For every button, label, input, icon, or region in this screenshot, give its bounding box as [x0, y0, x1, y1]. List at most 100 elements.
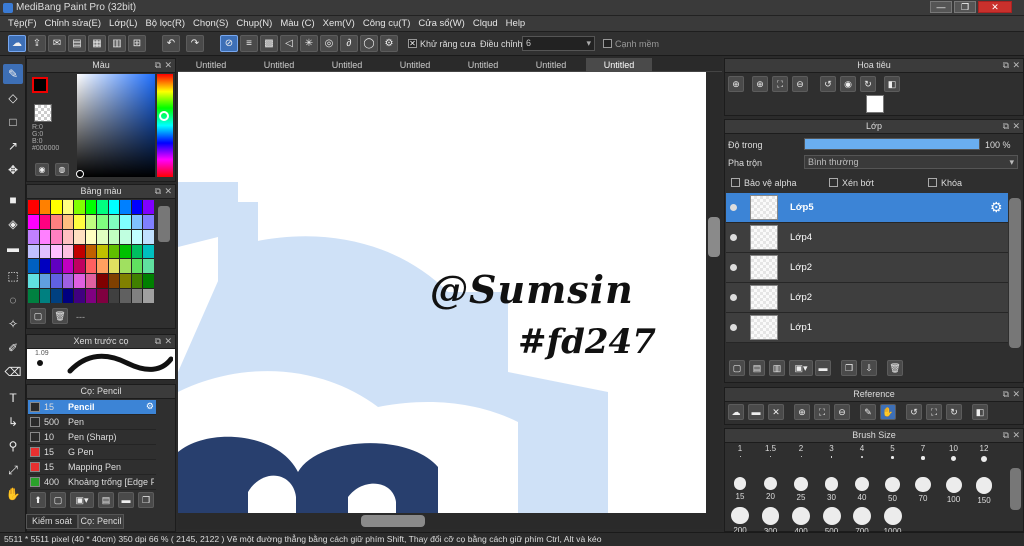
- palette-swatch[interactable]: [120, 200, 131, 214]
- zoom-in2-icon[interactable]: ⊕: [752, 76, 768, 92]
- brush-item[interactable]: 15 G Pen: [28, 445, 156, 460]
- brush-tool-icon[interactable]: ✎: [3, 64, 23, 84]
- menu-view[interactable]: Xem(V): [319, 16, 359, 31]
- snap-off-icon[interactable]: ⊘: [220, 35, 238, 52]
- grid-page-icon[interactable]: ▥: [108, 35, 126, 52]
- brush-item[interactable]: 10 Pen (Sharp): [28, 430, 156, 445]
- palette-swatch[interactable]: [108, 214, 120, 229]
- rotate-left-icon[interactable]: ↺: [820, 76, 836, 92]
- duplicate-icon[interactable]: ❐: [138, 492, 154, 508]
- tab-document[interactable]: Untitled: [246, 58, 312, 72]
- menu-tools[interactable]: Công cụ(T): [359, 16, 415, 31]
- reference-flip-icon[interactable]: ◧: [972, 404, 988, 420]
- adjust-select[interactable]: 6 ▾: [522, 36, 595, 51]
- palette-swatch[interactable]: [28, 289, 39, 303]
- radial-snap-icon[interactable]: ✳: [300, 35, 318, 52]
- zoom-out-icon[interactable]: ⊖: [792, 76, 808, 92]
- palette-swatch[interactable]: [39, 244, 51, 259]
- reference-rotate-left-icon[interactable]: ↺: [906, 404, 922, 420]
- palette-swatch[interactable]: [108, 229, 120, 244]
- palette-swatch[interactable]: [28, 274, 39, 289]
- brush-size-option[interactable]: 700: [847, 504, 877, 532]
- palette-swatch[interactable]: [108, 289, 120, 303]
- layer-row[interactable]: Lớp4: [726, 223, 1008, 253]
- brush-item[interactable]: 15 Mapping Pen: [28, 460, 156, 475]
- palette-swatch[interactable]: [143, 274, 154, 289]
- tab-brush-control[interactable]: Kiểm soát cọ: [26, 514, 78, 539]
- palette-swatch[interactable]: [131, 259, 143, 274]
- upload-icon[interactable]: ⇪: [28, 35, 46, 52]
- new-brush-icon[interactable]: ▢: [50, 492, 66, 508]
- palette-swatch[interactable]: [143, 200, 154, 214]
- tab-document-active[interactable]: Untitled: [586, 58, 652, 72]
- menu-file[interactable]: Tệp(F): [4, 16, 41, 31]
- palette-swatch[interactable]: [85, 289, 97, 303]
- reference-upload-icon[interactable]: ☁: [728, 404, 744, 420]
- layer-folder-icon[interactable]: ▬: [815, 360, 831, 376]
- layer-row[interactable]: Lớp2: [726, 253, 1008, 283]
- rotate-right-icon[interactable]: ↻: [860, 76, 876, 92]
- palette-swatch[interactable]: [39, 229, 51, 244]
- palette-swatch[interactable]: [97, 200, 108, 214]
- close-button[interactable]: ✕: [978, 1, 1012, 13]
- vertical-scrollbar[interactable]: [706, 72, 722, 513]
- circle-snap-icon[interactable]: ◎: [320, 35, 338, 52]
- close-icon[interactable]: ✕: [1012, 59, 1020, 72]
- add-brush-icon[interactable]: ⬆: [30, 492, 46, 508]
- dropper-icon[interactable]: ⤢: [3, 460, 23, 480]
- antialias-checkbox[interactable]: ✕: [408, 39, 417, 48]
- hue-handle[interactable]: [159, 111, 169, 121]
- operation-tool-icon[interactable]: ↳: [3, 412, 23, 432]
- zoom-in-icon[interactable]: ⊕: [728, 76, 744, 92]
- tab-document[interactable]: Untitled: [314, 58, 380, 72]
- palette-swatch[interactable]: [74, 200, 85, 214]
- close-icon[interactable]: ✕: [1012, 429, 1020, 442]
- delete-palette-icon[interactable]: 🗑: [52, 308, 68, 324]
- visibility-icon[interactable]: [730, 294, 737, 301]
- palette-swatch[interactable]: [108, 200, 120, 214]
- palette-swatch[interactable]: [39, 259, 51, 274]
- brush-menu-icon[interactable]: ▣▾: [70, 492, 94, 508]
- reference-fit2-icon[interactable]: ⛶: [926, 404, 942, 420]
- palette-swatch[interactable]: [62, 214, 74, 229]
- visibility-icon[interactable]: [730, 234, 737, 241]
- palette-swatch[interactable]: [28, 259, 39, 274]
- palette-swatch[interactable]: [120, 259, 131, 274]
- menu-cloud[interactable]: Clqud: [469, 16, 502, 31]
- color-wheel-icon[interactable]: ◍: [55, 163, 69, 176]
- navigator-thumbnail[interactable]: [866, 95, 884, 113]
- palette-swatch[interactable]: [97, 274, 108, 289]
- palette-swatch[interactable]: [97, 214, 108, 229]
- primary-color-swatch[interactable]: [32, 77, 48, 93]
- brush-size-scrollbar[interactable]: [1010, 468, 1021, 510]
- palette-swatch[interactable]: [120, 214, 131, 229]
- palette-swatch[interactable]: [39, 289, 51, 303]
- palette-swatch[interactable]: [28, 214, 39, 229]
- palette-swatch[interactable]: [143, 259, 154, 274]
- fill-rect-icon[interactable]: ■: [3, 190, 23, 210]
- reference-hand-icon[interactable]: ✋: [880, 404, 896, 420]
- cloud-icon[interactable]: ☁: [8, 35, 26, 52]
- palette-swatch[interactable]: [131, 229, 143, 244]
- palette-swatch[interactable]: [131, 244, 143, 259]
- brush-size-option[interactable]: 500: [817, 504, 847, 532]
- palette-swatch[interactable]: [108, 259, 120, 274]
- eyedropper-icon[interactable]: ⚲: [3, 436, 23, 456]
- menu-window[interactable]: Cửa sổ(W): [414, 16, 468, 31]
- visibility-icon[interactable]: [730, 204, 737, 211]
- palette-swatch[interactable]: [28, 244, 39, 259]
- menu-filter[interactable]: Bộ lọc(R): [141, 16, 189, 31]
- reference-dropper-icon[interactable]: ✎: [860, 404, 876, 420]
- transparent-swatch[interactable]: [34, 104, 52, 122]
- clipboard-icon[interactable]: ▤: [68, 35, 86, 52]
- palette-swatch[interactable]: [74, 244, 85, 259]
- reference-close-icon[interactable]: ✕: [768, 404, 784, 420]
- reference-open-icon[interactable]: ▬: [748, 404, 764, 420]
- palette-swatch[interactable]: [108, 244, 120, 259]
- export-icon[interactable]: ⊞: [128, 35, 146, 52]
- close-icon[interactable]: ✕: [1012, 388, 1020, 401]
- palette-swatch[interactable]: [74, 229, 85, 244]
- comment-icon[interactable]: ✉: [48, 35, 66, 52]
- ellipse-snap-icon[interactable]: ◯: [360, 35, 378, 52]
- layer-scrollbar[interactable]: [1009, 198, 1021, 348]
